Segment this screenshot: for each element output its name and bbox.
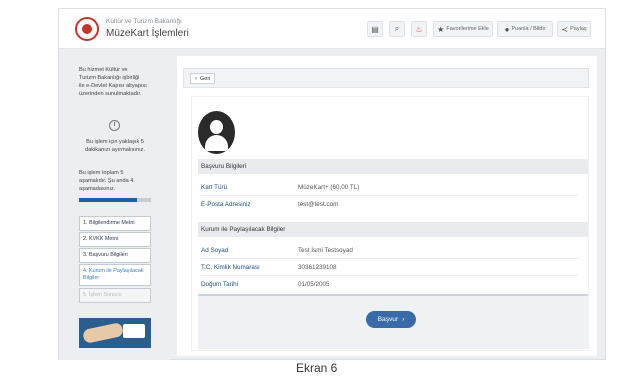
card-type-label: Kart Türü <box>201 184 228 191</box>
fire-icon: ♨ <box>415 24 423 34</box>
share-label: Paylaş <box>570 26 587 32</box>
comment-icon: ● <box>504 24 510 34</box>
ministry-logo <box>75 17 99 41</box>
search-icon: ⌕ <box>394 24 400 33</box>
document-button[interactable]: ▤ <box>367 21 383 37</box>
back-bar: ‹ Geri <box>183 68 589 88</box>
sidebar: Bu hizmet Kültür ve Turizm Bakanlığı işb… <box>59 50 169 360</box>
search-button[interactable]: ⌕ <box>389 21 405 37</box>
application-panel: Başvuru Bilgileri Kart Türü MüzeKart+ (6… <box>191 96 589 351</box>
rate-button[interactable]: ● Puanla / Bildir <box>497 21 553 37</box>
duration-text: Bu işlem için yaklaşık 5 dakikanızı ayır… <box>79 138 151 154</box>
stage-text: Bu işlem toplam 5 aşamalıdır. Şu anda 4.… <box>79 169 135 193</box>
favorites-button[interactable]: ★ Favorilerime Ekle <box>433 21 493 37</box>
intro-line: ile e-Devlet Kapısı altyapısı <box>79 83 147 89</box>
tc-label: T.C. Kimlik Numarası <box>201 264 260 271</box>
step-2[interactable]: 2. KVKK Metni <box>79 232 151 247</box>
back-label: Geri <box>200 75 211 82</box>
document-icon: ▤ <box>371 24 379 34</box>
intro-line: Turizm Bakanlığı işbirliği <box>79 75 140 81</box>
divider <box>201 258 579 259</box>
step-4[interactable]: 4. Kurum ile Paylaşılacak Bilgiler <box>79 264 151 286</box>
share-icon: ≺ <box>561 24 569 34</box>
divider <box>201 275 579 276</box>
screen-caption: Ekran 6 <box>296 361 338 375</box>
intro-line: üzerinden sunulmaktadır. <box>79 91 142 97</box>
chevron-left-icon: ‹ <box>195 75 197 82</box>
birth-label: Doğum Tarihi <box>201 281 238 288</box>
name-value: Test İsmi Testsoyad <box>298 247 353 254</box>
name-label: Ad Soyad <box>201 247 229 254</box>
intro-line: Bu hizmet Kültür ve <box>79 67 128 73</box>
stage-line: Bu işlem toplam 5 <box>79 170 124 176</box>
email-value: test@test.com <box>298 201 339 208</box>
duration-line: dakikanızı ayırmalısınız. <box>85 147 145 153</box>
intro-text: Bu hizmet Kültür ve Turizm Bakanlığı işb… <box>79 66 147 98</box>
section-application-info: Başvuru Bilgileri <box>198 159 588 174</box>
section-shared-info: Kurum ile Paylaşılacak Bilgiler <box>198 222 588 237</box>
tc-value: 30361239108 <box>298 264 337 271</box>
rate-label: Puanla / Bildir <box>511 26 546 32</box>
birth-value: 01/05/2005 <box>298 281 330 288</box>
favorites-label: Favorilerime Ekle <box>446 26 489 32</box>
apply-button[interactable]: Başvur › <box>366 311 416 328</box>
divider <box>201 195 579 196</box>
app-frame: Kültür ve Turizm Bakanlığı MüzeKart İşle… <box>58 8 606 360</box>
progress-fill <box>79 198 137 202</box>
user-avatar-icon <box>198 111 235 154</box>
stage-progress-bar <box>79 198 151 202</box>
share-button[interactable]: ≺ Paylaş <box>557 21 591 37</box>
step-5: 5. İşlem Sonucu <box>79 288 151 303</box>
submit-area: Başvur › <box>198 294 588 349</box>
fire-button[interactable]: ♨ <box>411 21 427 37</box>
step-1[interactable]: 1. Bilgilendirme Metni <box>79 216 151 231</box>
email-label: E-Posta Adresiniz <box>201 201 251 208</box>
ministry-name: Kültür ve Turizm Bakanlığı <box>106 18 182 25</box>
main-content: ‹ Geri Başvuru Bilgileri Kart Türü MüzeKa… <box>177 56 597 356</box>
back-button[interactable]: ‹ Geri <box>190 73 216 84</box>
chevron-right-icon: › <box>402 316 405 323</box>
stage-line: aşamalıdır. Şu anda 4. <box>79 178 135 184</box>
card-type-value: MüzeKart+ (60,00 TL) <box>298 184 360 191</box>
clock-icon <box>109 120 120 131</box>
header: Kültür ve Turizm Bakanlığı MüzeKart İşle… <box>59 9 605 49</box>
app-title: MüzeKart İşlemleri <box>106 28 189 39</box>
hand-graphic <box>81 321 125 345</box>
star-icon: ★ <box>437 24 445 34</box>
step-3[interactable]: 3. Başvuru Bilgileri <box>79 248 151 263</box>
duration-line: Bu işlem için yaklaşık 5 <box>86 139 144 145</box>
card-graphic <box>123 324 145 338</box>
museumcard-promo-image <box>79 318 151 348</box>
stage-line: aşamadasınız. <box>79 186 116 192</box>
apply-label: Başvur <box>377 316 399 323</box>
